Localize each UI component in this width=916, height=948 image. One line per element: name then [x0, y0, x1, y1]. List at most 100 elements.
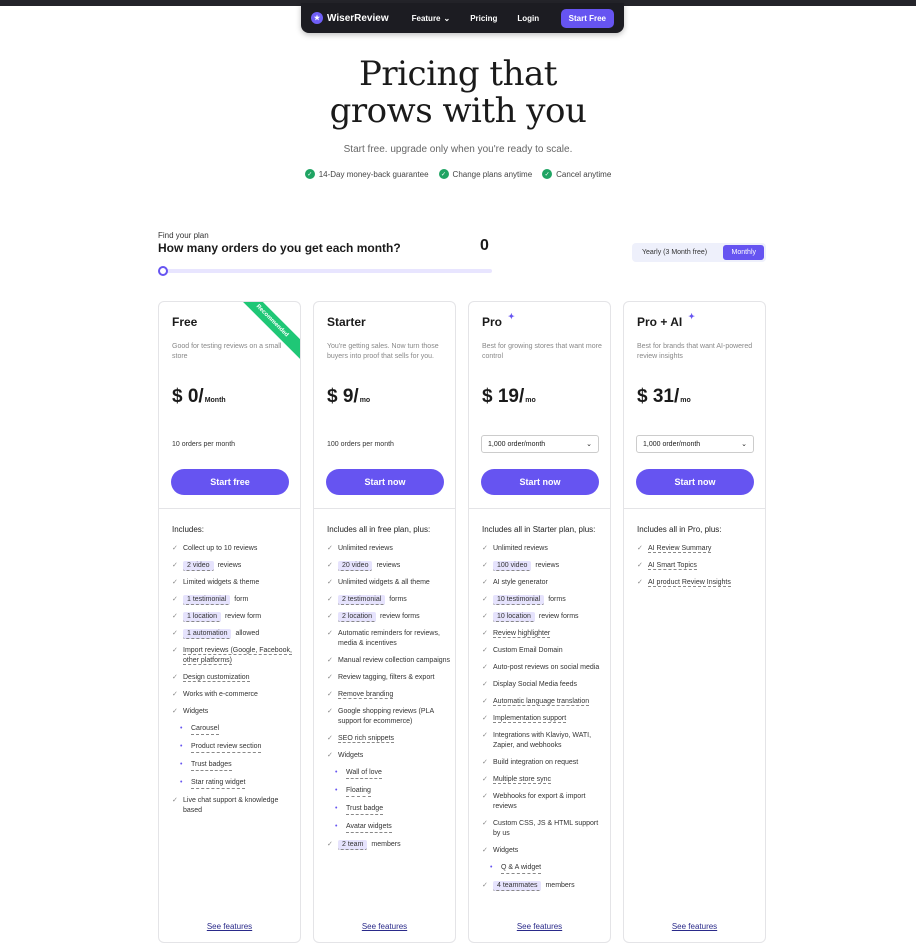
title-line-1: Pricing that — [359, 54, 557, 94]
feature-quota-pill: 10 location — [493, 612, 535, 622]
includes-heading: Includes: — [172, 525, 205, 534]
guarantee-badges: ✓ 14-Day money-back guarantee ✓ Change pla… — [0, 169, 916, 179]
feature-text: AI Review Summary — [648, 545, 712, 553]
feature-item: ✓ Remove branding — [327, 690, 451, 700]
see-features-link[interactable]: See features — [469, 922, 610, 931]
plan-cta-button[interactable]: Start now — [326, 469, 444, 495]
nav-login[interactable]: Login — [517, 14, 539, 23]
sparkle-icon: ✦ — [508, 312, 515, 321]
feature-item: ✓ 1 testimonial form — [172, 595, 296, 605]
check-icon: ✓ — [172, 579, 178, 586]
check-icon: ✓ — [482, 613, 488, 620]
toggle-yearly[interactable]: Yearly (3 Month free) — [634, 245, 715, 260]
feature-text: Unlimited reviews — [338, 545, 393, 552]
plan-card-2: Pro ✦ Best for growing stores that want mo… — [468, 301, 611, 943]
billing-toggle: Yearly (3 Month free) Monthly — [632, 243, 766, 262]
plan-price: $ 0/Month — [172, 386, 226, 408]
widget-sub-item: • Carousel — [180, 724, 296, 735]
bullet-icon: • — [335, 769, 338, 776]
badge: ✓ 14-Day money-back guarantee — [304, 169, 429, 179]
logo-text: WiserReview — [327, 12, 389, 24]
check-icon: ✓ — [172, 691, 178, 698]
plan-cta-button[interactable]: Start now — [636, 469, 754, 495]
plan-name: Starter — [327, 315, 366, 329]
feature-item: ✓ 1 location review form — [172, 612, 296, 622]
divider — [314, 508, 455, 509]
widget-sub-item: • Wall of love — [335, 768, 451, 779]
finder-eyebrow: Find your plan — [158, 231, 209, 240]
check-icon: ✓ — [172, 562, 178, 569]
page-subtitle: Start free. upgrade only when you're rea… — [343, 144, 573, 155]
feature-text: members — [371, 841, 401, 848]
see-features-link[interactable]: See features — [314, 922, 455, 931]
plan-name: Free — [172, 315, 197, 329]
orders-slider-track[interactable] — [160, 269, 492, 273]
orders-slider-thumb[interactable] — [158, 266, 168, 276]
feature-quota-pill: 2 video — [183, 561, 214, 571]
feature-item: ✓ Manual review collection campaigns — [327, 656, 451, 666]
see-features-link[interactable]: See features — [624, 922, 765, 931]
feature-text: forms — [548, 596, 566, 603]
toggle-monthly[interactable]: Monthly — [723, 245, 764, 260]
feature-quota-pill: 2 team — [338, 840, 368, 850]
widget-sub-text: Q & A widget — [501, 863, 542, 874]
plan-cta-button[interactable]: Start now — [481, 469, 599, 495]
chevron-down-icon: ⌄ — [443, 13, 451, 23]
divider — [624, 508, 765, 509]
check-icon: ✓ — [172, 613, 178, 620]
price-amount: $ 9/ — [327, 386, 359, 407]
orders-select[interactable]: 1,000 order/month ⌄ — [481, 435, 599, 453]
widget-sub-item: • Product review section — [180, 742, 296, 753]
feature-text: SEO rich snippets — [338, 735, 395, 743]
see-features-link[interactable]: See features — [159, 922, 300, 931]
feature-text: allowed — [235, 630, 260, 637]
check-icon: ✓ — [482, 596, 488, 603]
price-amount: $ 31/ — [637, 386, 680, 407]
feature-list: ✓ AI Review Summary ✓ AI Smart Topics ✓ AI pr… — [637, 544, 761, 595]
orders-select[interactable]: 1,000 order/month ⌄ — [636, 435, 754, 453]
feature-quota-pill: 10 testimonial — [493, 595, 545, 605]
feature-text: Review tagging, filters & export — [338, 674, 435, 681]
orders-select-value: 1,000 order/month — [643, 440, 701, 448]
feature-text: Live chat support & knowledge based — [183, 797, 279, 814]
feature-text: review forms — [379, 613, 420, 620]
widget-sub-item: • Trust badge — [335, 804, 451, 815]
feature-text: Limited widgets & theme — [183, 579, 260, 586]
feature-list: ✓ Unlimited reviews ✓ 100 video reviews ✓ AI s… — [482, 544, 606, 898]
feature-text: Implementation support — [493, 715, 567, 723]
plan-description: Best for growing stores that want more c… — [482, 343, 602, 360]
widget-sub-text: Product review section — [191, 742, 262, 753]
check-icon: ✓ — [327, 562, 333, 569]
feature-text: forms — [389, 596, 407, 603]
feature-text: Display Social Media feeds — [493, 681, 578, 688]
check-icon: ✓ — [327, 735, 333, 742]
feature-quota-pill: 4 teammates — [493, 881, 542, 891]
feature-text: Multiple store sync — [493, 776, 551, 784]
check-icon: ✓ — [482, 630, 488, 637]
nav-feature[interactable]: Feature ⌄ — [412, 14, 451, 23]
feature-text: review forms — [538, 613, 579, 620]
feature-item: ✓ Auto-post reviews on social media — [482, 663, 606, 673]
badge-label: Cancel anytime — [556, 169, 612, 179]
plan-cta-button[interactable]: Start free — [171, 469, 289, 495]
check-icon: ✓ — [172, 545, 178, 552]
logo[interactable]: ★ WiserReview — [311, 12, 389, 24]
plan-price: $ 9/mo — [327, 386, 370, 408]
widget-sub-item: • Star rating widget — [180, 778, 296, 789]
feature-text: Design customization — [183, 674, 250, 682]
feature-item: ✓ Live chat support & knowledge based — [172, 796, 296, 816]
widget-sub-item: • Avatar widgets — [335, 822, 451, 833]
plan-name: Pro ✦ — [482, 312, 515, 329]
divider — [469, 508, 610, 509]
feature-text: reviews — [535, 562, 560, 569]
start-free-button[interactable]: Start Free — [560, 8, 614, 28]
orders-select-value: 1,000 order/month — [488, 440, 546, 448]
finder-question: How many orders do you get each month? — [158, 241, 401, 255]
price-amount: $ 0/ — [172, 386, 204, 407]
feature-text: Build integration on request — [493, 759, 579, 766]
plan-name: Pro + AI ✦ — [637, 312, 695, 329]
feature-quota-pill: 20 video — [338, 561, 373, 571]
feature-item: ✓ Unlimited widgets & all theme — [327, 578, 451, 588]
nav-pricing[interactable]: Pricing — [470, 14, 497, 23]
feature-text: Collect up to 10 reviews — [183, 545, 258, 552]
